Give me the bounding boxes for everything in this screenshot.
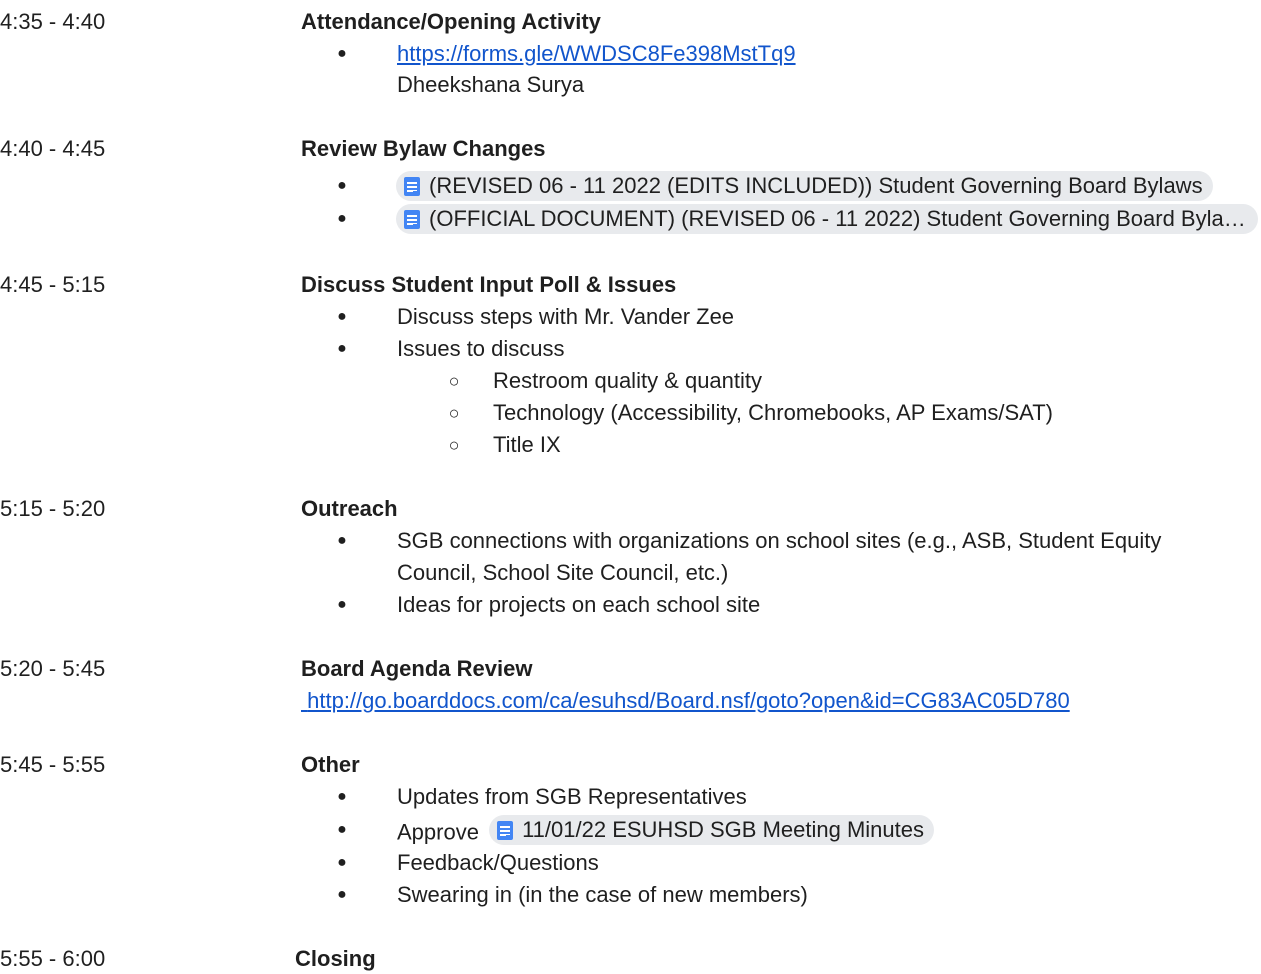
time-5-55: 5:55 - 6:00 (0, 946, 106, 971)
chip-label: 11/01/22 ESUHSD SGB Meeting Minutes (522, 817, 924, 842)
approve-label: Approve (397, 819, 479, 845)
google-docs-icon (404, 209, 420, 229)
time-4-35: 4:35 - 4:40 (0, 9, 106, 34)
chip-label: (REVISED 06 - 11 2022 (EDITS INCLUDED)) … (429, 173, 1203, 198)
time-5-15: 5:15 - 5:20 (0, 496, 106, 521)
heading-other: Other (301, 752, 360, 777)
forms-link[interactable]: https://forms.gle/WWDSC8Fe398MstTq9 (397, 39, 796, 69)
time-5-20: 5:20 - 5:45 (0, 656, 106, 681)
bullet: ● (337, 210, 347, 227)
boarddocs-link-text: http://go.boarddocs.com/ca/esuhsd/Board.… (307, 688, 1070, 713)
sub-list-item: Title IX (493, 432, 561, 457)
list-item-approve: Approve 11/01/22 ESUHSD SGB Meeting Minu… (397, 815, 934, 848)
bullet: ● (337, 177, 347, 194)
doc-chip-bylaws-official[interactable]: (OFFICIAL DOCUMENT) (REVISED 06 - 11 202… (396, 204, 1258, 237)
attendee-name: Dheekshana Surya (397, 72, 585, 97)
list-item-line1: SGB connections with organizations on sc… (397, 528, 1162, 553)
bullet: ● (337, 886, 347, 903)
heading-bylaw: Review Bylaw Changes (301, 136, 546, 161)
heading-outreach: Outreach (301, 496, 398, 521)
time-4-45: 4:45 - 5:15 (0, 272, 106, 297)
doc-chip-meeting-minutes[interactable]: 11/01/22 ESUHSD SGB Meeting Minutes (489, 815, 934, 845)
list-item: Ideas for projects on each school site (397, 592, 761, 617)
bullet: ● (337, 532, 347, 549)
list-item-line2: Council, School Site Council, etc.) (397, 560, 729, 585)
sub-bullet: ○ (448, 403, 460, 423)
bullet: ● (337, 308, 347, 325)
heading-closing: Closing (295, 946, 376, 971)
sub-bullet: ○ (448, 435, 460, 455)
bullet: ● (337, 854, 347, 871)
sub-bullet: ○ (448, 371, 460, 391)
google-docs-icon (404, 176, 420, 196)
time-4-40: 4:40 - 4:45 (0, 136, 106, 161)
list-item: Feedback/Questions (397, 850, 599, 875)
bullet: ● (337, 340, 347, 357)
bullet: ● (337, 596, 347, 613)
bullet: ● (337, 788, 347, 805)
heading-attendance: Attendance/Opening Activity (301, 9, 601, 34)
chip-label: (OFFICIAL DOCUMENT) (REVISED 06 - 11 202… (429, 206, 1248, 231)
bullet: ● (337, 821, 347, 838)
heading-student-input: Discuss Student Input Poll & Issues (301, 272, 677, 297)
heading-board-agenda: Board Agenda Review (301, 656, 533, 681)
list-item: Swearing in (in the case of new members) (397, 882, 808, 907)
doc-chip-bylaws-edits[interactable]: (REVISED 06 - 11 2022 (EDITS INCLUDED)) … (396, 171, 1249, 204)
list-item: Updates from SGB Representatives (397, 784, 747, 809)
list-item: Discuss steps with Mr. Vander Zee (397, 304, 735, 329)
list-item: Issues to discuss (397, 336, 565, 361)
sub-list-item: Technology (Accessibility, Chromebooks, … (493, 400, 1053, 425)
sub-list-item: Restroom quality & quantity (493, 368, 763, 393)
bullet: ● (337, 45, 347, 62)
time-5-45: 5:45 - 5:55 (0, 752, 106, 777)
google-docs-icon (497, 820, 514, 840)
boarddocs-link[interactable]: http://go.boarddocs.com/ca/esuhsd/Board.… (301, 686, 1070, 716)
